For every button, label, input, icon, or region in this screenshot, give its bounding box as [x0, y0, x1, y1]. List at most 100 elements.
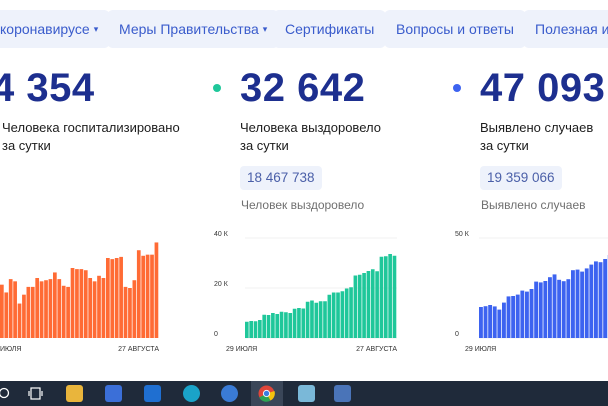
- file-explorer-icon[interactable]: [66, 385, 83, 402]
- chart-bar: [70, 268, 75, 338]
- y-tick-label: 50 К: [455, 231, 470, 238]
- recovered-desc-line1: Человека выздоровело: [240, 120, 381, 135]
- tab-faq[interactable]: Вопросы и ответы: [384, 10, 526, 48]
- chart-bar: [534, 281, 539, 338]
- store-icon[interactable]: [105, 385, 122, 402]
- chart-bar: [119, 256, 123, 338]
- chart-bar: [543, 281, 548, 338]
- chevron-down-icon: ▾: [262, 24, 268, 34]
- stat-recovered: 32 642 Человека выздоровело за сутки 18 …: [210, 58, 410, 378]
- chevron-down-icon: ▾: [93, 24, 99, 34]
- chart-bar: [57, 279, 62, 338]
- hospitalized-desc-line1: Человека госпитализировано: [2, 120, 180, 135]
- x-end-label: 27 АВГУСТА: [356, 346, 397, 353]
- chart-bar: [128, 288, 132, 338]
- chart-bar: [0, 284, 4, 338]
- chart-bar: [110, 259, 115, 338]
- chart-bar: [598, 262, 603, 338]
- top-navigation: коронавирусе ▾ Меры Правительства ▾ Сертиф…: [0, 0, 608, 56]
- recovered-dot: [213, 84, 221, 92]
- cases-desc-line1: Выявлено случаев: [480, 120, 594, 135]
- chart-bar: [561, 281, 566, 338]
- chart-bar: [497, 309, 502, 338]
- chart-bar: [492, 306, 497, 338]
- chart-bar: [520, 290, 525, 338]
- chart-bar: [580, 271, 585, 338]
- chart-bar: [479, 307, 483, 338]
- chart-bar: [344, 288, 349, 338]
- chart-bar: [266, 315, 271, 338]
- cases-chart: 50 К 0 29 ИЮЛЯ: [455, 231, 608, 353]
- chart-bar: [323, 301, 327, 338]
- chart-bar: [584, 268, 589, 338]
- chart-bar: [297, 308, 301, 338]
- chart-bar: [92, 281, 97, 338]
- stat-hospitalized: 4 354 Человека госпитализировано за сутк…: [0, 58, 200, 378]
- chart-bar: [17, 303, 22, 338]
- chart-bar: [594, 261, 598, 338]
- app-icon-2[interactable]: [334, 385, 351, 402]
- chart-bar: [30, 286, 35, 338]
- x-start-label: 29 ИЮЛЯ: [226, 346, 257, 353]
- tab-useful-info[interactable]: Полезная ин: [523, 10, 608, 48]
- windows-taskbar: [0, 381, 608, 406]
- chart-bar: [310, 300, 314, 338]
- cases-total: 19 359 066: [480, 166, 562, 190]
- chart-bar: [552, 274, 557, 338]
- notepad-icon[interactable]: [298, 385, 315, 402]
- chart-bar: [132, 280, 137, 338]
- chart-bar: [525, 291, 529, 338]
- x-start-label: 29 ИЮЛЯ: [465, 346, 496, 353]
- chart-bar: [275, 314, 280, 338]
- chart-bar: [35, 278, 40, 338]
- tab-coronavirus[interactable]: коронавирусе ▾: [0, 10, 111, 48]
- x-start-label: ИЮЛЯ: [0, 346, 21, 353]
- chart-bar: [375, 271, 379, 338]
- search-icon[interactable]: [0, 386, 11, 400]
- app-icon[interactable]: [221, 385, 238, 402]
- chart-bar: [66, 286, 70, 338]
- chart-bar: [123, 286, 128, 338]
- chart-bar: [538, 282, 543, 338]
- chart-bar: [154, 242, 159, 338]
- chart-bar: [502, 302, 506, 338]
- tab-label: коронавирусе: [0, 21, 90, 37]
- chart-bar: [589, 264, 594, 338]
- chart-bar: [318, 301, 323, 338]
- chart-bar: [26, 286, 31, 338]
- chart-bar: [150, 254, 154, 338]
- recovered-desc-line2: за сутки: [240, 138, 289, 153]
- cases-desc-line2: за сутки: [480, 138, 529, 153]
- tab-label: Меры Правительства: [119, 21, 259, 37]
- chart-bar: [284, 312, 288, 338]
- tab-government-measures[interactable]: Меры Правительства ▾: [107, 10, 280, 48]
- tab-label: Сертификаты: [285, 21, 375, 37]
- chart-bar: [75, 269, 79, 338]
- chart-bar: [101, 278, 106, 338]
- tab-certificates[interactable]: Сертификаты: [273, 10, 387, 48]
- chart-bar: [249, 321, 253, 338]
- chrome-icon[interactable]: [258, 385, 275, 402]
- chart-bar: [106, 258, 110, 338]
- cases-total-label: Выявлено случаев: [481, 198, 586, 212]
- chart-bar: [575, 269, 580, 338]
- chart-bar: [331, 292, 336, 338]
- y-tick-label: 0: [455, 331, 459, 338]
- cases-dot: [453, 84, 461, 92]
- hospitalized-count: 4 354: [0, 66, 95, 110]
- chart-bar: [506, 296, 511, 338]
- task-view-icon[interactable]: [28, 386, 43, 401]
- chart-bar: [13, 281, 17, 338]
- chart-bar: [511, 296, 516, 338]
- chart-bar: [370, 269, 375, 338]
- y-tick-label: 0: [214, 331, 218, 338]
- chart-bar: [379, 256, 384, 338]
- edge-icon[interactable]: [183, 385, 200, 402]
- chart-bar: [483, 306, 488, 338]
- chart-bar: [366, 271, 371, 338]
- mail-icon[interactable]: [144, 385, 161, 402]
- cases-count: 47 093: [480, 66, 606, 110]
- chart-bar: [515, 294, 520, 338]
- tab-label: Вопросы и ответы: [396, 21, 514, 37]
- recovered-total-label: Человек выздоровело: [241, 198, 365, 212]
